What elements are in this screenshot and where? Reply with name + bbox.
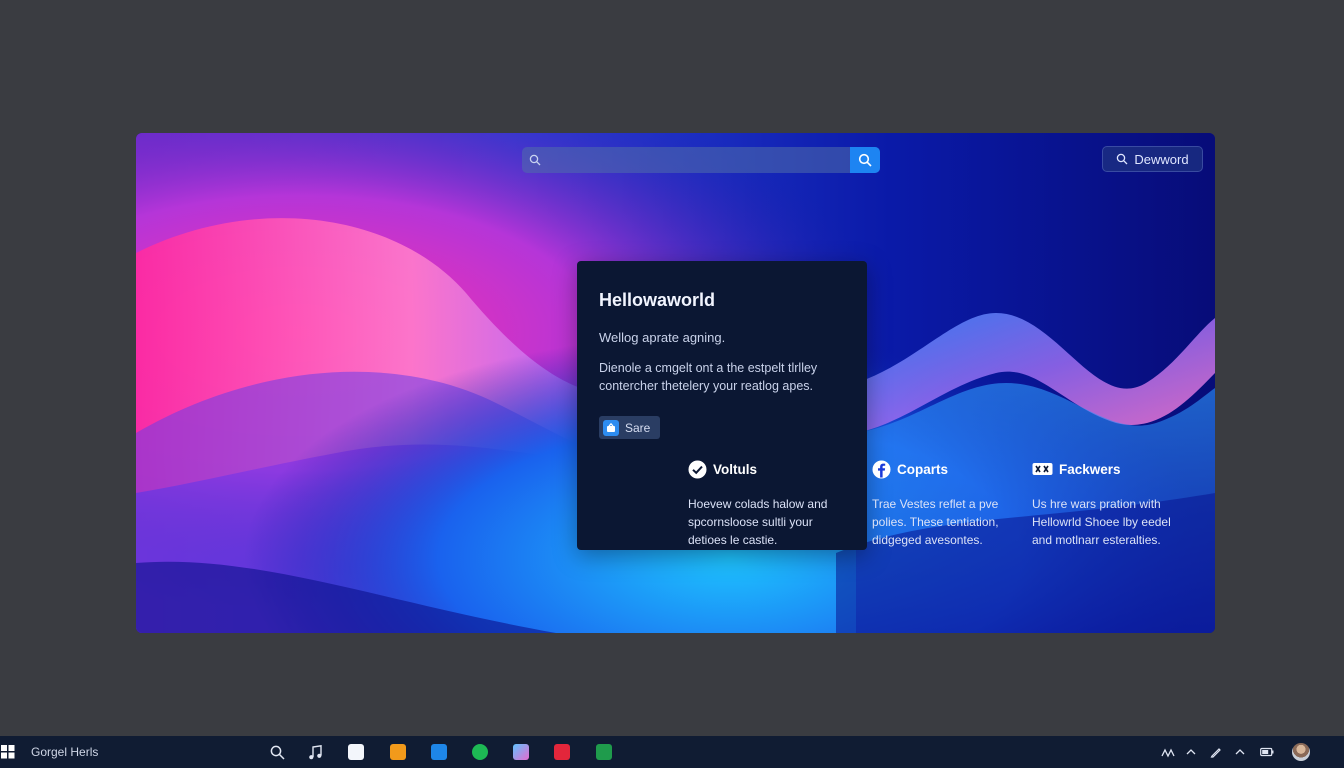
tray-pen[interactable]	[1209, 736, 1223, 768]
taskbar-app-7[interactable]	[595, 736, 613, 768]
facebook-icon	[872, 460, 891, 478]
app-icon	[348, 744, 364, 760]
search-icon	[270, 745, 285, 760]
windows-icon	[1, 745, 15, 759]
search-icon	[1117, 153, 1128, 165]
chevron-up-icon	[1235, 749, 1245, 755]
download-label: Dewword	[1134, 151, 1189, 167]
pen-icon	[1210, 748, 1221, 758]
card-body: Dienole a cmgelt ont a the estpelt tlrll…	[599, 361, 818, 393]
start-button[interactable]	[0, 736, 16, 768]
network-icon	[1161, 748, 1175, 758]
feature-fackwers: Fackwers Us hre wars pration with Hellow…	[1032, 460, 1192, 549]
spotify-icon	[472, 744, 488, 760]
app-icon	[431, 744, 447, 760]
avatar	[1292, 743, 1310, 761]
feature-title: Fackwers	[1059, 461, 1121, 477]
feature-body: Us hre wars pration with Hellowrld Shoee…	[1032, 497, 1171, 547]
app-icon	[513, 744, 529, 760]
taskbar-app-1[interactable]	[347, 736, 365, 768]
tray-chevron[interactable]	[1233, 736, 1247, 768]
taskbar-app-title[interactable]: Gorgel Herls	[31, 736, 98, 768]
app-icon	[390, 744, 406, 760]
search-icon	[858, 153, 872, 167]
music-note-icon	[309, 744, 322, 759]
search-input[interactable]	[548, 147, 850, 173]
app-icon	[554, 744, 570, 760]
feature-coparts: Coparts Trae Vestes reflet a pve polies.…	[872, 460, 1032, 549]
taskbar-app-2[interactable]	[389, 736, 407, 768]
feature-title: Voltuls	[713, 461, 758, 477]
search-submit-button[interactable]	[850, 147, 880, 173]
share-icon	[603, 419, 619, 436]
taskbar-app-6[interactable]	[553, 736, 571, 768]
feature-body: Hoevew colads halow and spcornsloose sul…	[688, 497, 828, 547]
tray-network[interactable]	[1160, 736, 1176, 768]
card-subtitle: Wellog aprate agning.	[599, 330, 726, 345]
user-avatar[interactable]	[1291, 736, 1311, 768]
taskbar-app-4[interactable]	[471, 736, 489, 768]
download-button[interactable]: Dewword	[1102, 146, 1203, 172]
share-button[interactable]: Sare	[599, 416, 660, 439]
taskbar-search[interactable]	[268, 736, 286, 768]
browser-window: Dewword Hellowaworld Wellog aprate agnin…	[136, 133, 1215, 633]
toggle-icon	[1032, 463, 1053, 475]
taskbar-music[interactable]	[306, 736, 324, 768]
card-title: Hellowaworld	[599, 290, 716, 310]
battery-icon	[1260, 747, 1274, 757]
feature-body: Trae Vestes reflet a pve polies. These t…	[872, 497, 999, 547]
taskbar: Gorgel Herls	[0, 736, 1344, 768]
share-label: Sare	[625, 420, 651, 435]
feature-title: Coparts	[897, 461, 949, 477]
search-icon	[522, 147, 548, 173]
taskbar-app-5[interactable]	[512, 736, 530, 768]
tray-expand[interactable]	[1184, 736, 1198, 768]
app-icon	[596, 744, 612, 760]
check-circle-icon	[688, 460, 707, 478]
search-bar[interactable]	[522, 147, 880, 173]
taskbar-app-3[interactable]	[430, 736, 448, 768]
feature-voltuls: Voltuls Hoevew colads halow and spcornsl…	[688, 460, 848, 549]
tray-battery[interactable]	[1259, 736, 1275, 768]
chevron-up-icon	[1186, 749, 1196, 755]
